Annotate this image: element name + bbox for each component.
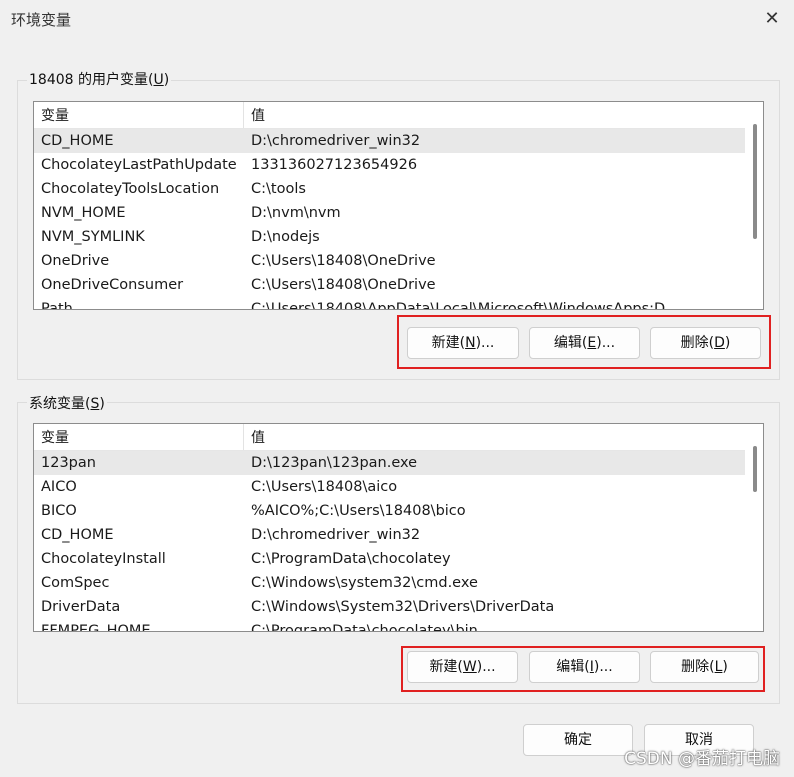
variable-value: D:\chromedriver_win32 xyxy=(251,133,421,149)
table-row[interactable]: Path C:\Users\18408\AppData\Local\Microso… xyxy=(34,297,745,309)
window-title: 环境变量 xyxy=(11,11,72,29)
table-row[interactable]: ChocolateyToolsLocation C:\tools xyxy=(34,177,745,201)
variable-value: C:\ProgramData\chocolatey xyxy=(251,551,451,567)
variable-name: DriverData xyxy=(41,599,121,615)
variable-name: 123pan xyxy=(41,455,96,471)
variable-name: ChocolateyLastPathUpdate xyxy=(41,157,237,173)
variable-name: CD_HOME xyxy=(41,527,114,543)
scrollbar-thumb[interactable] xyxy=(753,446,757,492)
variable-name: CD_HOME xyxy=(41,133,114,149)
scrollbar[interactable] xyxy=(745,424,763,631)
variable-name: OneDriveConsumer xyxy=(41,277,184,293)
variable-name: NVM_HOME xyxy=(41,205,126,221)
variable-name: Path xyxy=(41,301,73,309)
system-edit-button[interactable]: 编辑(I)... xyxy=(529,651,640,683)
variable-name: AICO xyxy=(41,479,77,495)
system-new-button[interactable]: 新建(W)... xyxy=(407,651,518,683)
ok-button[interactable]: 确定 xyxy=(523,724,633,756)
variable-value: D:\123pan\123pan.exe xyxy=(251,455,418,471)
table-row[interactable]: AICO C:\Users\18408\aico xyxy=(34,475,745,499)
table-row[interactable]: OneDriveConsumer C:\Users\18408\OneDrive xyxy=(34,273,745,297)
watermark: CSDN @番茄打电脑 xyxy=(624,749,780,769)
variable-value: C:\Windows\System32\Drivers\DriverData xyxy=(251,599,555,615)
column-header-variable[interactable]: 变量 xyxy=(34,102,244,128)
list-header: 变量 值 xyxy=(34,102,745,129)
column-header-value[interactable]: 值 xyxy=(244,424,745,450)
table-row[interactable]: NVM_HOME D:\nvm\nvm xyxy=(34,201,745,225)
variable-name: FFMPEG_HOME xyxy=(41,623,151,631)
scrollbar[interactable] xyxy=(745,102,763,309)
table-row[interactable]: ChocolateyLastPathUpdate 1331360271236549… xyxy=(34,153,745,177)
table-row[interactable]: BICO %AICO%;C:\Users\18408\bico xyxy=(34,499,745,523)
variable-value: D:\nvm\nvm xyxy=(251,205,341,221)
variable-name: ChocolateyInstall xyxy=(41,551,166,567)
list-header: 变量 值 xyxy=(34,424,745,451)
variable-value: 133136027123654926 xyxy=(251,157,418,173)
variable-value: C:\Users\18408\AppData\Local\Microsoft\W… xyxy=(251,301,680,309)
table-row[interactable]: DriverData C:\Windows\System32\Drivers\Dr… xyxy=(34,595,745,619)
user-delete-button[interactable]: 删除(D) xyxy=(650,327,761,359)
table-row[interactable]: CD_HOME D:\chromedriver_win32 xyxy=(34,523,745,547)
scrollbar-thumb[interactable] xyxy=(753,124,757,239)
system-delete-button[interactable]: 删除(L) xyxy=(650,651,759,683)
user-edit-button[interactable]: 编辑(E)... xyxy=(529,327,640,359)
variable-name: BICO xyxy=(41,503,77,519)
table-row[interactable]: FFMPEG_HOME C:\ProgramData\chocolatey\bin xyxy=(34,619,745,631)
user-variables-label: 18408 的用户变量(U) xyxy=(27,69,172,89)
system-variables-label: 系统变量(S) xyxy=(27,393,107,413)
variable-value: C:\Windows\system32\cmd.exe xyxy=(251,575,478,591)
variable-name: OneDrive xyxy=(41,253,110,269)
user-variables-list[interactable]: 变量 值 CD_HOME D:\chromedriver_win32 Chocola… xyxy=(33,101,764,310)
table-row[interactable]: ComSpec C:\Windows\system32\cmd.exe xyxy=(34,571,745,595)
table-row[interactable]: CD_HOME D:\chromedriver_win32 xyxy=(34,129,745,153)
user-new-button[interactable]: 新建(N)... xyxy=(407,327,519,359)
title-bar: 环境变量 ✕ xyxy=(0,0,794,38)
system-variables-list[interactable]: 变量 值 123pan D:\123pan\123pan.exe AICO C:\Us… xyxy=(33,423,764,632)
variable-name: ComSpec xyxy=(41,575,110,591)
column-header-variable[interactable]: 变量 xyxy=(34,424,244,450)
variable-value: C:\ProgramData\chocolatey\bin xyxy=(251,623,478,631)
variable-value: C:\Users\18408\aico xyxy=(251,479,398,495)
close-icon[interactable]: ✕ xyxy=(750,0,794,38)
variable-value: D:\chromedriver_win32 xyxy=(251,527,421,543)
variable-value: C:\Users\18408\OneDrive xyxy=(251,253,436,269)
variable-value: %AICO%;C:\Users\18408\bico xyxy=(251,503,466,519)
table-row[interactable]: 123pan D:\123pan\123pan.exe xyxy=(34,451,745,475)
variable-name: ChocolateyToolsLocation xyxy=(41,181,220,197)
table-row[interactable]: ChocolateyInstall C:\ProgramData\chocolat… xyxy=(34,547,745,571)
variable-name: NVM_SYMLINK xyxy=(41,229,145,245)
table-row[interactable]: OneDrive C:\Users\18408\OneDrive xyxy=(34,249,745,273)
column-header-value[interactable]: 值 xyxy=(244,102,745,128)
variable-value: C:\tools xyxy=(251,181,306,197)
variable-value: D:\nodejs xyxy=(251,229,320,245)
table-row[interactable]: NVM_SYMLINK D:\nodejs xyxy=(34,225,745,249)
variable-value: C:\Users\18408\OneDrive xyxy=(251,277,436,293)
